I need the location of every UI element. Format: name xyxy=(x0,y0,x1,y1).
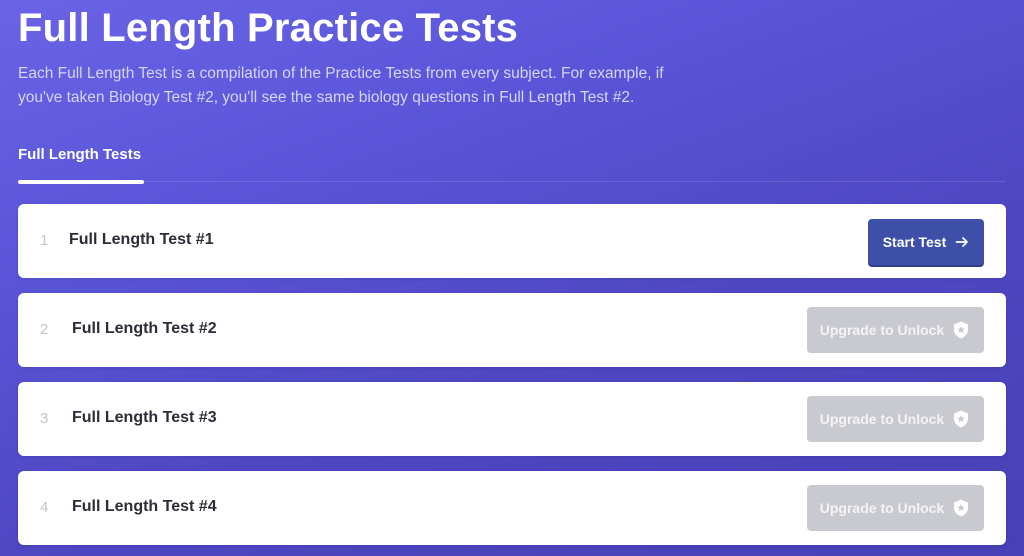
practice-tests-page: Full Length Practice Tests Each Full Len… xyxy=(18,0,1006,556)
shield-star-icon xyxy=(954,321,969,339)
test-index: 3 xyxy=(40,410,49,427)
tab-full-length-tests[interactable]: Full Length Tests xyxy=(18,146,144,184)
list-item: 2 Full Length Test #2 Upgrade to Unlock xyxy=(18,293,1006,367)
test-name: Full Length Test #1 xyxy=(69,231,214,248)
start-test-label: Start Test xyxy=(882,234,947,250)
tab-label: Full Length Tests xyxy=(18,146,142,163)
upgrade-label: Upgrade to Unlock xyxy=(819,411,945,427)
upgrade-label: Upgrade to Unlock xyxy=(819,500,945,516)
test-name: Full Length Test #2 xyxy=(72,320,217,337)
test-index: 2 xyxy=(40,321,49,338)
shield-star-icon xyxy=(954,499,969,517)
test-name: Full Length Test #3 xyxy=(72,409,217,426)
test-name: Full Length Test #4 xyxy=(72,498,217,515)
page-description: Each Full Length Test is a compilation o… xyxy=(18,65,664,106)
start-test-button[interactable]: Start Test xyxy=(868,219,984,265)
upgrade-to-unlock-button[interactable]: Upgrade to Unlock xyxy=(807,307,984,353)
upgrade-label: Upgrade to Unlock xyxy=(819,322,945,338)
list-item: 3 Full Length Test #3 Upgrade to Unlock xyxy=(18,382,1006,456)
tab-bar: Full Length Tests xyxy=(18,146,1006,184)
page-title: Full Length Practice Tests xyxy=(18,6,519,50)
shield-star-icon xyxy=(954,410,969,428)
list-item: 4 Full Length Test #4 Upgrade to Unlock xyxy=(18,471,1006,545)
upgrade-to-unlock-button[interactable]: Upgrade to Unlock xyxy=(807,485,984,531)
upgrade-to-unlock-button[interactable]: Upgrade to Unlock xyxy=(807,396,984,442)
active-tab-indicator xyxy=(18,180,144,184)
list-item: 1 Full Length Test #1 Start Test xyxy=(18,204,1006,278)
test-index: 4 xyxy=(40,499,49,516)
test-list: 1 Full Length Test #1 Start Test 2 Full … xyxy=(18,204,1006,556)
arrow-right-icon xyxy=(955,237,969,247)
test-index: 1 xyxy=(40,232,49,249)
